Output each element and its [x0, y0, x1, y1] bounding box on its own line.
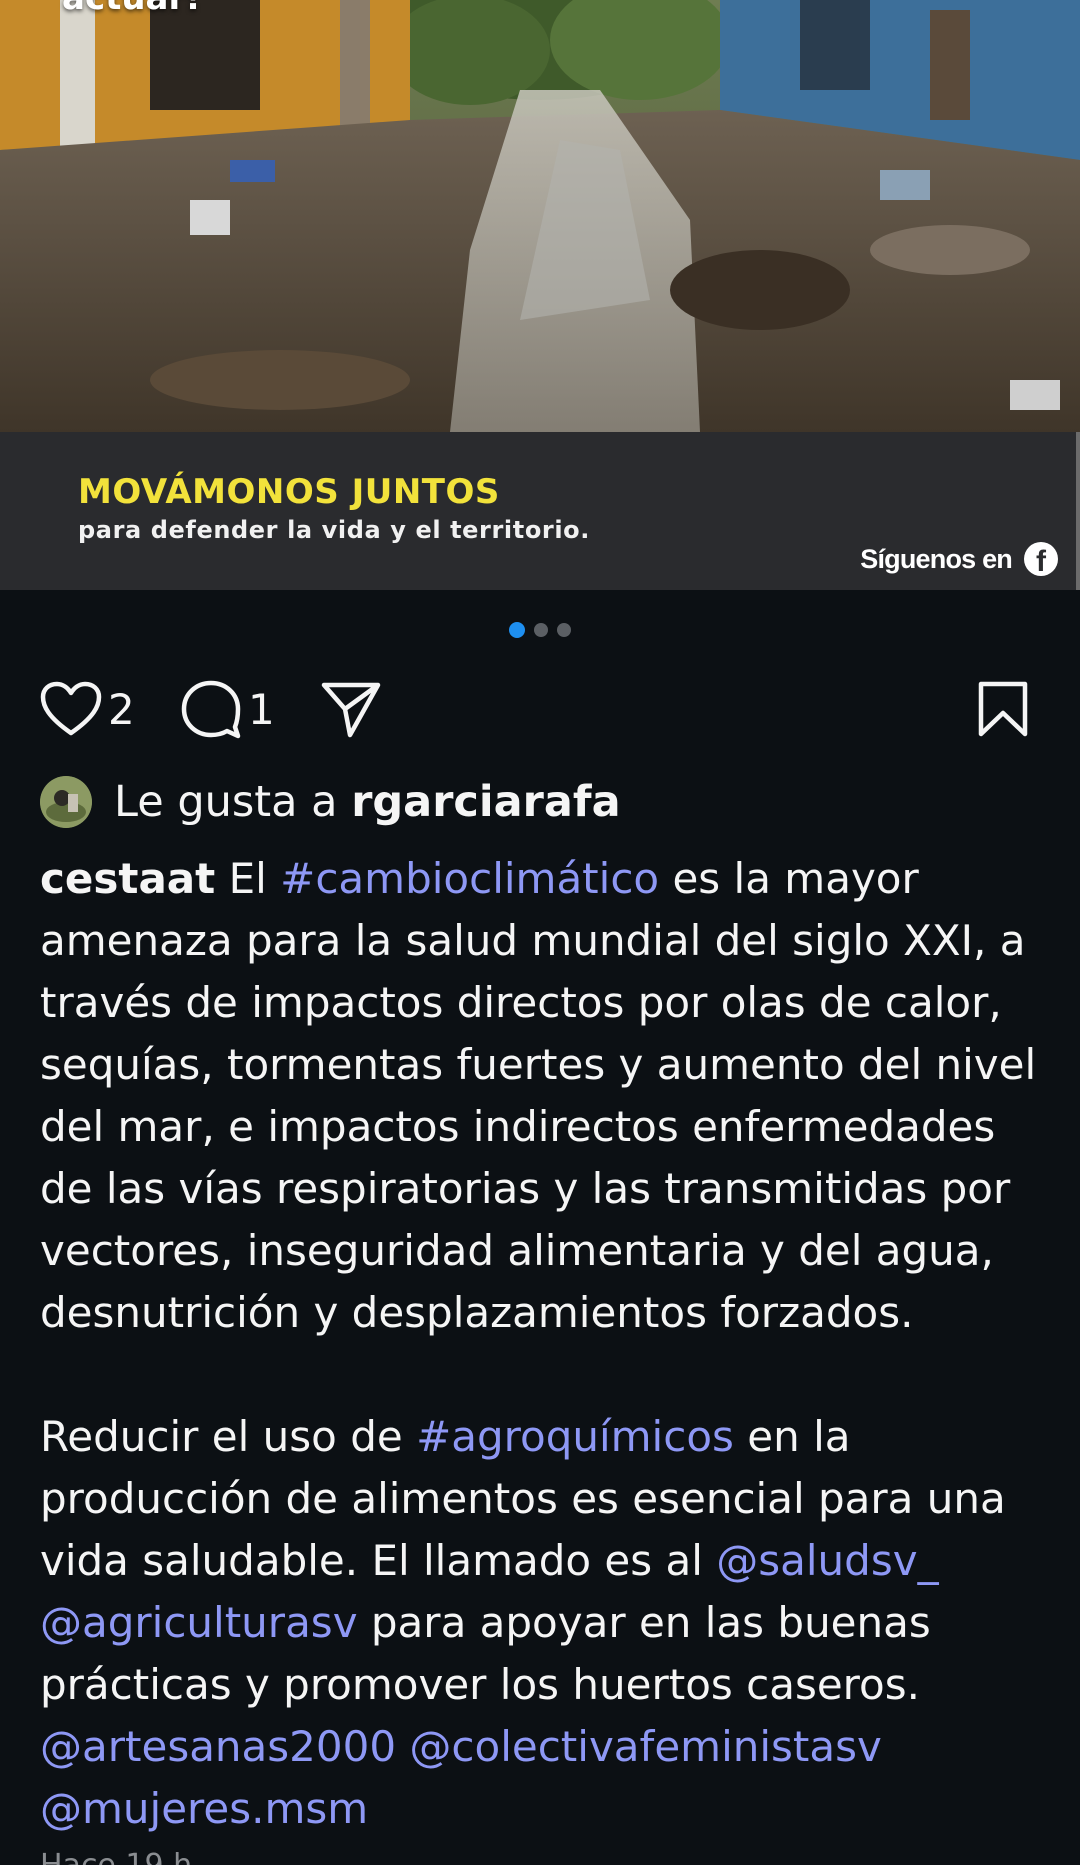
comment-count: 1 [248, 684, 275, 734]
hashtag-link[interactable]: #agroquímicos [416, 1412, 734, 1461]
image-overlay-text: actuar! [62, 0, 201, 18]
liked-by-row[interactable]: Le gusta a rgarciarafa [40, 776, 621, 828]
mention-link[interactable]: @mujeres.msm [40, 1784, 368, 1833]
caption-text: es la mayor amenaza para la salud mundia… [40, 854, 1037, 1337]
post-action-bar: 2 1 [40, 676, 1040, 742]
post-photo: actuar! [0, 0, 1080, 432]
caption-paragraph-1: cestaat El #cambioclimático es la mayor … [40, 848, 1050, 1344]
caption-paragraph-2: Reducir el uso de #agroquímicos en la pr… [40, 1406, 1050, 1840]
mention-link[interactable]: @colectivafeministasv [409, 1722, 881, 1771]
liked-by-text: Le gusta a rgarciarafa [114, 777, 621, 827]
mention-link[interactable]: @saludsv_ [716, 1536, 938, 1585]
facebook-icon: f [1024, 542, 1058, 576]
banner-follow: Síguenos en f [860, 542, 1058, 576]
instagram-post-screen: actuar! MOVÁMONOS JUNTOS para defender l… [0, 0, 1080, 1865]
carousel-dot-2 [534, 623, 548, 637]
save-button[interactable] [976, 676, 1030, 742]
heart-outline-icon [40, 681, 102, 736]
post-caption: cestaat El #cambioclimático es la mayor … [40, 848, 1050, 1840]
image-banner: MOVÁMONOS JUNTOS para defender la vida y… [0, 432, 1080, 590]
mention-link[interactable]: @agriculturasv [40, 1598, 358, 1647]
hashtag-link[interactable]: #cambioclimático [280, 854, 659, 903]
caption-text: El [215, 854, 281, 903]
post-timestamp: Hace 19 h [40, 1848, 192, 1865]
carousel-dot-3 [557, 623, 571, 637]
liker-username[interactable]: rgarciarafa [351, 777, 620, 827]
banner-title: MOVÁMONOS JUNTOS [78, 472, 500, 512]
paper-plane-icon [321, 682, 381, 738]
liker-avatar[interactable] [40, 776, 92, 828]
like-button[interactable]: 2 [40, 676, 135, 742]
comment-button[interactable]: 1 [180, 676, 275, 742]
carousel-dot-1 [509, 622, 525, 638]
liked-by-prefix: Le gusta a [114, 777, 338, 827]
follow-us-text: Síguenos en [860, 543, 1013, 574]
like-count: 2 [108, 684, 135, 734]
mention-link[interactable]: @artesanas2000 [40, 1722, 396, 1771]
bookmark-outline-icon [978, 681, 1028, 737]
banner-subtitle: para defender la vida y el territorio. [78, 516, 590, 544]
author-username[interactable]: cestaat [40, 854, 215, 903]
caption-text: Reducir el uso de [40, 1412, 417, 1461]
post-image-carousel[interactable]: actuar! MOVÁMONOS JUNTOS para defender l… [0, 0, 1080, 590]
carousel-indicator [0, 622, 1080, 638]
share-button[interactable] [320, 676, 382, 742]
comment-bubble-icon [181, 680, 241, 739]
